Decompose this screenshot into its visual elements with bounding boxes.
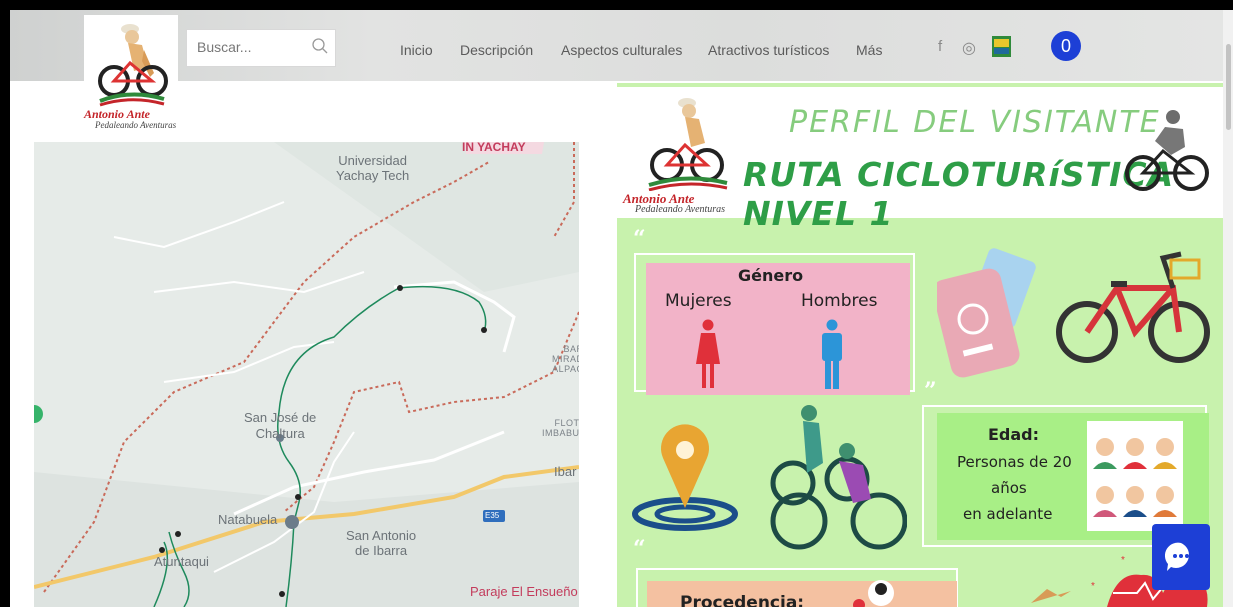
instagram-icon[interactable]: ◎ — [962, 38, 976, 58]
genero-title: Género — [738, 266, 804, 285]
people-avatars — [1087, 421, 1183, 531]
map-label-natabuela: Natabuela — [218, 512, 278, 527]
map-label-san-antonio: San Antonio de Ibarra — [346, 528, 417, 558]
infographic-logo-icon — [648, 98, 728, 191]
top-green-strip — [617, 83, 1225, 87]
genero-hombres: Hombres — [801, 291, 878, 311]
visitor-profile-infographic: PERFIL DEL VISITANTE RUTA CICLOTURíSTICA… — [617, 83, 1225, 607]
page-frame: Buscar... Inicio Descripción Aspectos cu… — [0, 0, 1233, 607]
map-canvas — [34, 142, 579, 607]
quote-mark-2: ” — [924, 378, 937, 404]
people-avatars-icon — [1093, 438, 1177, 517]
scrollbar-thumb[interactable] — [1226, 44, 1231, 130]
window-border-top — [0, 0, 1233, 10]
quote-mark-3: “ — [633, 536, 646, 562]
map-label-ibar: Ibar — [554, 464, 577, 479]
window-border-left — [0, 0, 10, 607]
map-label-bar-mirad: BAR MIRAD ALPAC — [552, 344, 579, 374]
infographic-logo-subtitle: Pedaleando Aventuras — [635, 204, 726, 215]
svg-text:*: * — [1121, 555, 1125, 566]
map-label-universidad: Universidad Yachay Tech — [336, 153, 410, 183]
cart-count-badge[interactable]: 0 — [1051, 31, 1081, 61]
red-bicycle-icon — [1056, 251, 1210, 363]
nav-descripcion[interactable]: Descripción — [460, 42, 533, 58]
edad-title: Edad: — [988, 425, 1040, 444]
facebook-icon[interactable]: f — [938, 38, 942, 55]
cyclist-logo-icon — [98, 24, 168, 107]
person-avatar-icon — [853, 580, 894, 607]
map-label-in-yachay: IN YACHAY — [462, 142, 526, 154]
route-map[interactable]: Universidad Yachay Tech IN YACHAY San Jo… — [34, 142, 579, 607]
chat-button[interactable] — [1152, 524, 1210, 590]
edad-line1: Personas de 20 — [957, 453, 1072, 471]
nav-aspectos-culturales[interactable]: Aspectos culturales — [561, 42, 682, 58]
passport-tickets-icon — [937, 248, 1036, 378]
svg-text:*: * — [1091, 581, 1095, 592]
nav-inicio[interactable]: Inicio — [400, 42, 433, 58]
chat-icon — [1164, 542, 1189, 571]
perfil-title: PERFIL DEL VISITANTE — [789, 105, 1161, 140]
edad-line2: años — [991, 479, 1027, 497]
cyclists-illustration-icon — [770, 405, 907, 550]
map-label-atuntaqui: Atuntaqui — [154, 554, 209, 569]
search-placeholder: Buscar... — [197, 39, 252, 55]
map-label-san-jose: San José de Chaltura — [244, 410, 317, 441]
quote-mark: “ — [633, 226, 646, 252]
page-left-gutter — [10, 142, 34, 607]
woman-icon — [696, 319, 720, 388]
man-icon — [822, 319, 842, 389]
edad-line3: en adelante — [963, 505, 1053, 523]
nav-atractivos-turisticos[interactable]: Atractivos turísticos — [708, 42, 829, 58]
logo-subtitle: Pedaleando Aventuras — [95, 120, 177, 130]
genero-mujeres: Mujeres — [665, 291, 732, 311]
cyclist-icon — [1125, 110, 1209, 191]
location-pin-icon — [632, 424, 738, 531]
nav-mas[interactable]: Más — [856, 42, 882, 58]
procedencia-title: Procedencia: — [680, 593, 805, 607]
app-badge-icon[interactable] — [992, 36, 1011, 57]
map-label-flot: FLOT IMBABU — [542, 418, 579, 438]
map-label-paraje: Paraje El Ensueño — [470, 584, 578, 599]
search-icon[interactable] — [311, 37, 329, 55]
map-label-e35: E35 — [485, 511, 500, 520]
